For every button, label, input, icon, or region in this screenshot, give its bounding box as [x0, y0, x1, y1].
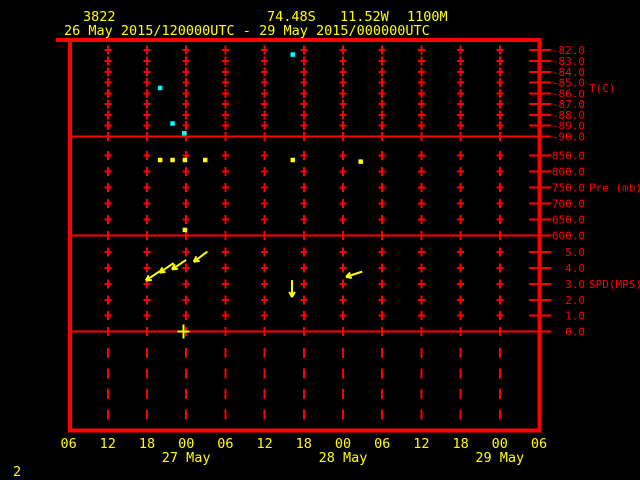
wind-arrow: [345, 270, 363, 279]
pressure-point: [182, 157, 188, 163]
pressure-point: [358, 159, 363, 164]
temp-axis-label: -90.0: [552, 130, 585, 143]
pressure-point: [290, 157, 295, 163]
temperature-point: [290, 52, 295, 57]
pressure-axis-label: 700.0: [552, 197, 585, 210]
hour-label: 12: [256, 436, 272, 452]
hour-label: 18: [139, 436, 155, 452]
hour-label: 18: [296, 436, 312, 452]
page-number: 2: [13, 464, 22, 480]
speed-axis-label: 2.0: [565, 294, 585, 307]
wind-arrow: [144, 270, 161, 282]
temperature-point: [157, 85, 163, 91]
speed-axis-label: 0.0: [565, 326, 585, 339]
hour-label: 06: [60, 436, 76, 452]
speed-axis-label: 1.0: [565, 310, 585, 323]
pressure-point: [170, 157, 175, 163]
date-label: 28 May: [319, 450, 368, 466]
hour-label: 06: [217, 436, 233, 452]
temperature-point: [182, 130, 187, 136]
meteogram-screen: 3822 74.48S 11.52W 1100M 26 May 2015/120…: [0, 0, 640, 480]
hour-label: 18: [452, 436, 468, 452]
wind-arrow: [158, 262, 175, 274]
pressure-point: [202, 157, 208, 163]
speed-axis-label: 4.0: [565, 262, 585, 275]
pressure-axis-label: 750.0: [552, 181, 585, 194]
hour-label: 06: [531, 436, 547, 452]
time-series-plot: -82.0-83.0-84.0-85.0-86.0-87.0-88.0-89.0…: [56, 38, 640, 466]
speed-axis-label: 3.0: [565, 278, 585, 291]
date-label: 29 May: [475, 450, 524, 466]
pressure-axis-label: 650.0: [552, 213, 585, 226]
pressure-axis-label: 600.0: [552, 229, 585, 242]
hour-label: 12: [100, 436, 116, 452]
pressure-point: [182, 227, 188, 233]
hour-label: 12: [413, 436, 429, 452]
wind-arrow: [288, 280, 296, 298]
pressure-point: [157, 157, 163, 163]
temp-axis-unit: T(C): [589, 82, 616, 95]
pressure-axis-label: 850.0: [552, 150, 585, 163]
temperature-point: [170, 121, 175, 126]
speed-axis-label: 5.0: [565, 246, 585, 259]
wind-arrow: [192, 250, 208, 263]
hour-label: 06: [374, 436, 390, 452]
speed-axis-unit: SPD(MPS): [589, 278, 640, 291]
date-label: 27 May: [162, 450, 211, 466]
pressure-axis-label: 800.0: [552, 165, 585, 178]
pressure-axis-unit: Pre (mb): [589, 181, 640, 194]
